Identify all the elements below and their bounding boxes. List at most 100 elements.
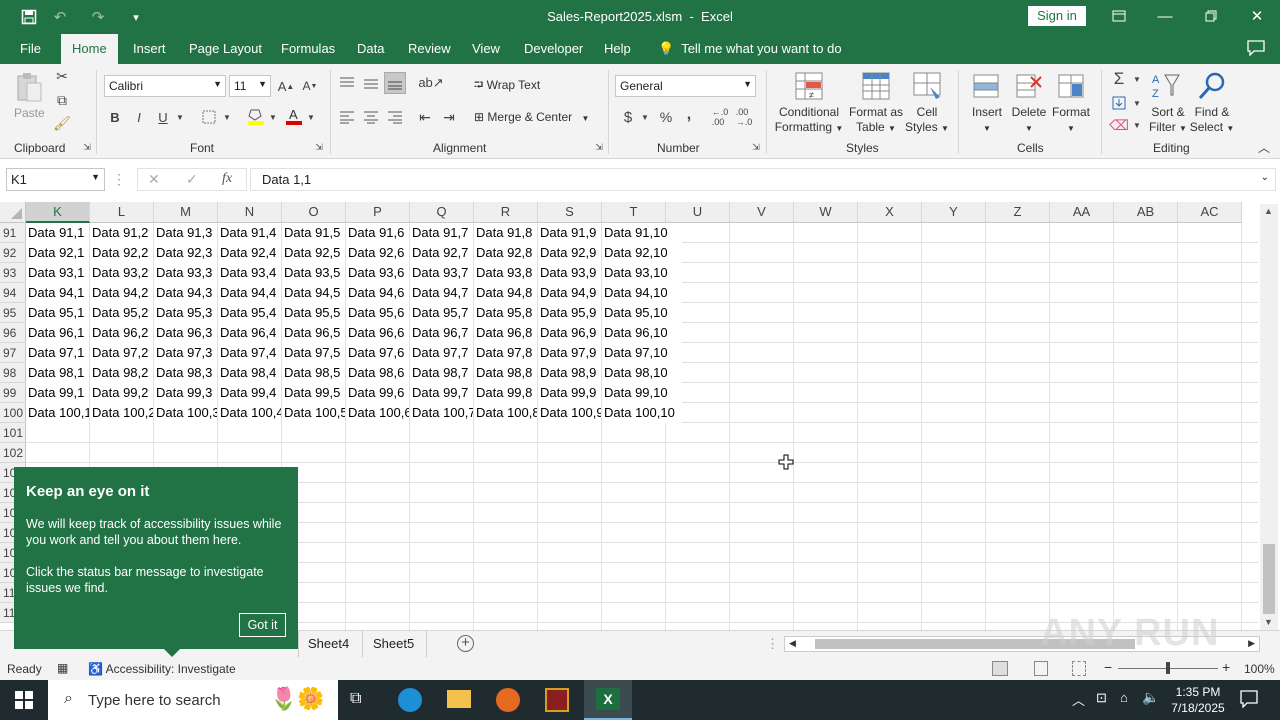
table-cell[interactable]: Data 95,5 [282,303,345,323]
table-cell[interactable]: Data 95,4 [218,303,281,323]
column-header[interactable]: W [794,202,858,223]
scroll-left-icon[interactable]: ◀ [789,638,796,649]
table-cell[interactable]: Data 92,9 [538,243,601,263]
insert-function-icon[interactable]: fx [222,171,232,187]
fill-icon[interactable] [1110,94,1128,112]
sheet-tab-sheet4[interactable]: Sheet4 [308,636,349,651]
chevron-down-icon[interactable]: ▼ [1132,96,1142,110]
column-header[interactable]: U [666,202,730,223]
table-cell[interactable]: Data 94,9 [538,283,601,303]
table-cell[interactable]: Data 97,6 [346,343,409,363]
column-header[interactable]: Y [922,202,986,223]
table-cell[interactable]: Data 96,6 [346,323,409,343]
cell-styles-icon[interactable] [911,70,943,102]
table-cell[interactable]: Data 94,1 [26,283,89,303]
table-cell[interactable]: Data 92,7 [410,243,473,263]
task-view-icon[interactable]: ⧉ [350,690,361,708]
table-cell[interactable]: Data 91,5 [282,223,345,243]
font-size-select[interactable]: 11 ▼ [229,75,271,97]
table-cell[interactable]: Data 93,2 [90,263,153,283]
comma-style-icon[interactable]: , [682,106,696,124]
dialog-launcher-icon[interactable]: ⇲ [594,142,604,152]
fill-color-icon[interactable] [246,106,266,126]
vertical-scrollbar[interactable]: ▲ ▼ [1260,204,1278,630]
table-cell[interactable]: Data 96,1 [26,323,89,343]
scroll-up-icon[interactable]: ▲ [1264,206,1273,216]
sign-in-button[interactable]: Sign in [1028,6,1086,26]
table-cell[interactable]: Data 98,2 [90,363,153,383]
merge-center-button[interactable]: ⊞ Merge & Center ▼ [474,110,589,126]
insert-button[interactable]: Insert ▼ [970,105,1004,136]
tab-developer[interactable]: Developer [524,41,583,56]
table-cell[interactable]: Data 97,10 [602,343,682,363]
table-cell[interactable]: Data 94,7 [410,283,473,303]
zoom-out-icon[interactable]: − [1104,659,1112,675]
decrease-font-icon[interactable]: A ▼ [302,78,318,94]
scroll-thumb[interactable] [1263,544,1275,614]
table-cell[interactable]: Data 93,4 [218,263,281,283]
chevron-down-icon[interactable]: ▼ [222,109,232,125]
formula-input[interactable]: Data 1,1 ⌄ [250,168,1276,191]
row-header[interactable]: 94 [0,283,26,303]
tab-data[interactable]: Data [357,41,384,56]
chevron-up-icon[interactable]: ︿ [1072,690,1085,709]
table-cell[interactable]: Data 91,6 [346,223,409,243]
table-cell[interactable]: Data 91,2 [90,223,153,243]
column-header[interactable]: K [26,202,90,223]
table-cell[interactable]: Data 96,4 [218,323,281,343]
column-header[interactable]: Z [986,202,1050,223]
file-explorer-icon[interactable] [447,690,471,708]
table-cell[interactable]: Data 99,4 [218,383,281,403]
chevron-down-icon[interactable]: ▼ [175,109,185,125]
conditional-formatting-button[interactable]: Conditional Formatting ▼ [774,105,844,136]
table-cell[interactable]: Data 99,9 [538,383,601,403]
table-cell[interactable]: Data 91,10 [602,223,682,243]
copy-icon[interactable]: ⧉ [52,92,72,108]
table-cell[interactable]: Data 95,1 [26,303,89,323]
expand-formula-icon[interactable]: ⌄ [1261,172,1269,183]
scroll-right-icon[interactable]: ▶ [1248,638,1255,649]
sort-filter-icon[interactable]: AZ [1150,70,1182,102]
table-cell[interactable]: Data 100,9 [538,403,601,423]
column-header[interactable]: AC [1178,202,1242,223]
network-icon[interactable]: ⊡ [1096,690,1107,706]
dialog-launcher-icon[interactable]: ⇲ [751,142,761,152]
table-cell[interactable]: Data 100,3 [154,403,217,423]
table-cell[interactable]: Data 91,4 [218,223,281,243]
table-cell[interactable]: Data 94,5 [282,283,345,303]
percent-icon[interactable]: % [658,108,674,126]
row-header[interactable]: 99 [0,383,26,403]
table-cell[interactable]: Data 91,8 [474,223,537,243]
table-cell[interactable]: Data 99,6 [346,383,409,403]
decrease-indent-icon[interactable]: ⇤ [416,108,434,126]
tab-home[interactable]: Home [61,34,118,64]
currency-icon[interactable]: $ [620,108,636,126]
table-cell[interactable]: Data 99,8 [474,383,537,403]
format-as-table-button[interactable]: Format as Table ▼ [846,105,906,136]
table-cell[interactable]: Data 93,7 [410,263,473,283]
table-cell[interactable]: Data 96,3 [154,323,217,343]
table-cell[interactable]: Data 98,6 [346,363,409,383]
accessibility-status[interactable]: ♿ Accessibility: Investigate [88,662,236,676]
table-cell[interactable]: Data 93,1 [26,263,89,283]
wrap-text-button[interactable]: ⮒ Wrap Text [474,78,540,93]
add-sheet-icon[interactable]: + [457,635,474,652]
align-top-icon[interactable] [338,74,356,92]
table-cell[interactable]: Data 97,7 [410,343,473,363]
drag-handle-icon[interactable]: ⋮ [766,636,779,652]
sheet-tab-sheet5[interactable]: Sheet5 [373,636,414,651]
column-header[interactable]: AB [1114,202,1178,223]
table-cell[interactable]: Data 93,9 [538,263,601,283]
table-cell[interactable]: Data 91,9 [538,223,601,243]
zoom-slider-thumb[interactable] [1166,662,1170,674]
cancel-icon[interactable]: ✕ [148,171,160,188]
column-header[interactable]: P [346,202,410,223]
format-button[interactable]: Format ▼ [1050,105,1092,136]
table-cell[interactable]: Data 100,6 [346,403,409,423]
sort-filter-button[interactable]: Sort & Filter ▼ [1146,105,1190,136]
got-it-button[interactable]: Got it [239,613,286,637]
insert-cells-icon[interactable] [971,70,1001,102]
table-cell[interactable]: Data 97,2 [90,343,153,363]
notifications-icon[interactable] [1240,690,1258,711]
conditional-formatting-icon[interactable]: ≠ [793,70,825,102]
